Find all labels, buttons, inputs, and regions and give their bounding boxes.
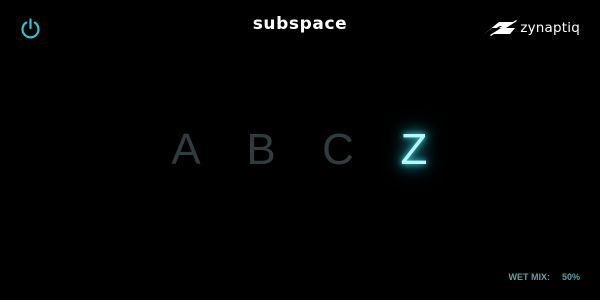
power-icon [21, 18, 40, 39]
preset-a-button[interactable]: A [166, 124, 206, 176]
preset-c-button[interactable]: C [318, 124, 358, 176]
plugin-window: subspace zynaptiq A B C Z WET MIX: 50% [0, 0, 600, 300]
wet-mix-control: WET MIX: 50% [508, 272, 580, 282]
wet-mix-value[interactable]: 50% [562, 272, 580, 282]
product-name: subspace [252, 14, 348, 34]
preset-z-button[interactable]: Z [394, 124, 434, 176]
brand-logo: zynaptiq [482, 18, 580, 38]
wet-mix-label: WET MIX: [508, 272, 550, 282]
brand-name: zynaptiq [520, 20, 580, 36]
power-button[interactable] [19, 17, 42, 40]
preset-selector: A B C Z [0, 124, 600, 176]
preset-b-button[interactable]: B [241, 124, 281, 176]
zynaptiq-logo-icon [483, 20, 518, 36]
